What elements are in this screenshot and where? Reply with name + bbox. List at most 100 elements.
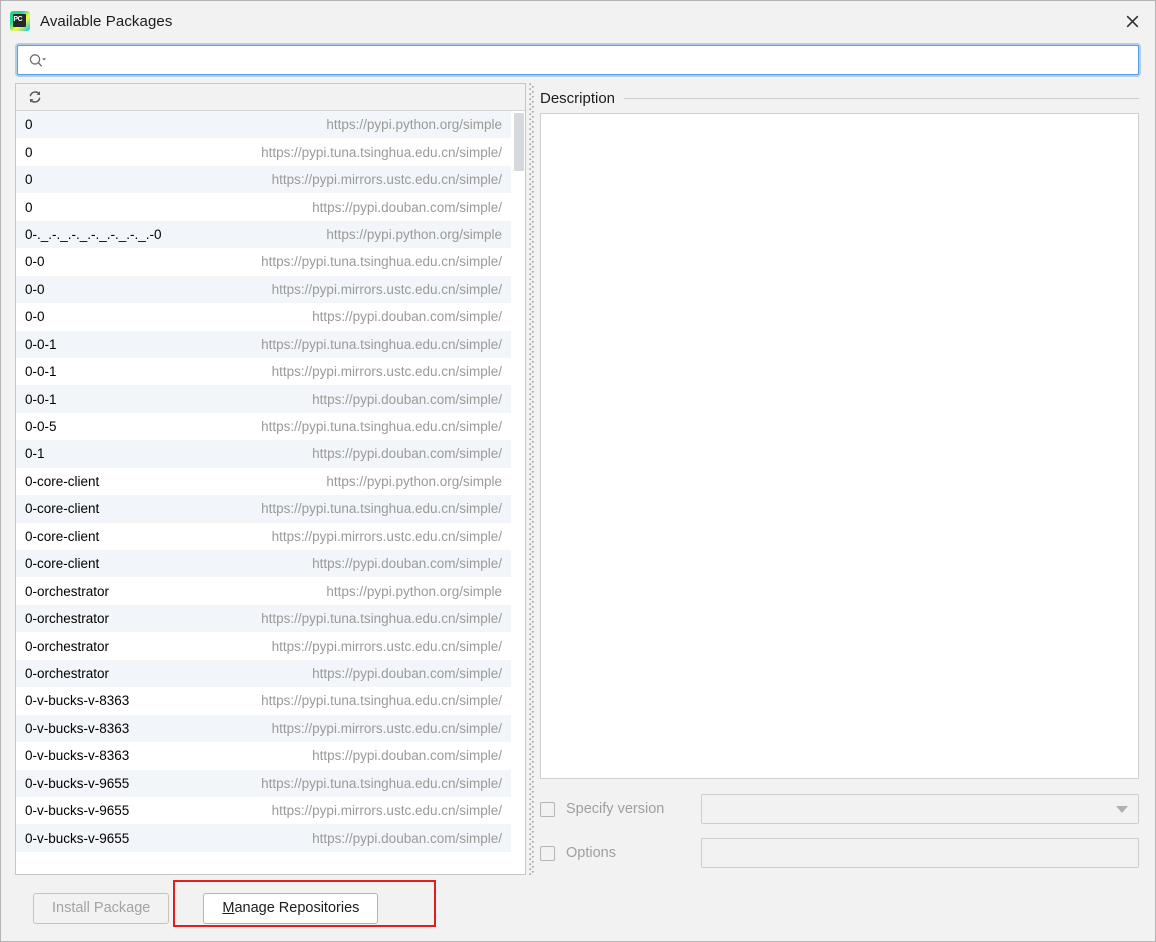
package-name: 0-0-5 xyxy=(25,419,57,435)
package-row[interactable]: 0-core-client https://pypi.mirrors.ustc.e… xyxy=(16,522,511,550)
package-row[interactable]: 0-0 https://pypi.mirrors.ustc.edu.cn/simp… xyxy=(16,275,511,304)
package-repository-url: https://pypi.mirrors.ustc.edu.cn/simple/ xyxy=(271,528,502,544)
description-pane: Description Specify version Options xyxy=(537,83,1139,875)
package-row[interactable]: 0-v-bucks-v-8363 https://pypi.douban.com/… xyxy=(16,742,511,770)
package-row[interactable]: 0-0-5 https://pypi.tuna.tsinghua.edu.cn/s… xyxy=(16,412,511,441)
package-name: 0 xyxy=(25,144,33,160)
package-repository-url: https://pypi.douban.com/simple/ xyxy=(312,199,502,215)
dialog-footer: Install Package Manage Repositories xyxy=(1,875,1155,941)
package-name: 0-v-bucks-v-9655 xyxy=(25,803,130,819)
options-input[interactable] xyxy=(701,838,1139,868)
package-repository-url: https://pypi.mirrors.ustc.edu.cn/simple/ xyxy=(271,172,502,188)
splitter-grip-icon xyxy=(529,83,534,875)
search-field[interactable] xyxy=(17,45,1139,75)
package-name: 0-0 xyxy=(25,254,45,270)
package-row[interactable]: 0-0-1 https://pypi.tuna.tsinghua.edu.cn/s… xyxy=(16,330,511,358)
options-label: Options xyxy=(566,845,616,861)
window-title: Available Packages xyxy=(40,12,173,30)
package-repository-url: https://pypi.douban.com/simple/ xyxy=(312,309,502,325)
package-name: 0-core-client xyxy=(25,528,100,544)
package-repository-url: https://pypi.python.org/simple xyxy=(326,583,502,599)
package-row[interactable]: 0-core-client https://pypi.douban.com/sim… xyxy=(16,550,511,578)
package-name: 0-orchestrator xyxy=(25,583,110,599)
package-repository-url: https://pypi.mirrors.ustc.edu.cn/simple/ xyxy=(271,638,502,654)
package-name: 0-core-client xyxy=(25,473,100,489)
pycharm-icon-text: PC xyxy=(13,16,23,24)
description-separator xyxy=(624,97,1139,99)
package-row[interactable]: 0-orchestrator https://pypi.python.org/si… xyxy=(16,577,511,605)
pycharm-icon: PC xyxy=(10,11,30,31)
package-name: 0-1 xyxy=(25,446,45,462)
package-repository-url: https://pypi.mirrors.ustc.edu.cn/simple/ xyxy=(271,720,502,736)
description-title: Description xyxy=(540,89,616,107)
dialog-body: 0 https://pypi.python.org/simple 0 https://… xyxy=(1,83,1155,875)
package-row[interactable]: 0-core-client https://pypi.tuna.tsinghua.… xyxy=(16,495,511,523)
packages-scrollbar[interactable] xyxy=(511,111,525,874)
options-checkbox[interactable]: Options xyxy=(540,845,701,861)
package-name: 0-._.-._.-._.-._.-._.-._.-0 xyxy=(25,226,162,242)
package-name: 0-orchestrator xyxy=(25,665,110,681)
package-row[interactable]: 0-v-bucks-v-9655 https://pypi.mirrors.ust… xyxy=(16,796,511,825)
packages-list[interactable]: 0 https://pypi.python.org/simple 0 https://… xyxy=(16,111,511,874)
search-input[interactable] xyxy=(47,47,1138,73)
search-icon[interactable] xyxy=(28,53,47,68)
package-name: 0-v-bucks-v-8363 xyxy=(25,720,130,736)
package-row[interactable]: 0-._.-._.-._.-._.-._.-._.-0 https://pypi.… xyxy=(16,220,511,249)
package-row[interactable]: 0-0-1 https://pypi.douban.com/simple/ xyxy=(16,385,511,413)
description-content xyxy=(540,113,1139,779)
package-row[interactable]: 0-0-1 https://pypi.mirrors.ustc.edu.cn/si… xyxy=(16,357,511,386)
package-row[interactable]: 0-v-bucks-v-8363 https://pypi.mirrors.ust… xyxy=(16,714,511,743)
version-combobox[interactable] xyxy=(701,794,1139,824)
package-row[interactable]: 0-1 https://pypi.douban.com/simple/ xyxy=(16,440,511,468)
package-repository-url: https://pypi.tuna.tsinghua.edu.cn/simple… xyxy=(261,254,502,270)
search-row xyxy=(1,41,1155,83)
package-repository-url: https://pypi.douban.com/simple/ xyxy=(312,748,502,764)
package-row[interactable]: 0-0 https://pypi.douban.com/simple/ xyxy=(16,303,511,331)
checkbox-box-icon[interactable] xyxy=(540,801,555,817)
specify-version-row: Specify version xyxy=(540,793,1139,825)
package-row[interactable]: 0-core-client https://pypi.python.org/sim… xyxy=(16,467,511,496)
package-name: 0-0-1 xyxy=(25,336,57,352)
package-row[interactable]: 0-orchestrator https://pypi.tuna.tsinghua… xyxy=(16,604,511,633)
package-row[interactable]: 0 https://pypi.douban.com/simple/ xyxy=(16,193,511,221)
package-repository-url: https://pypi.tuna.tsinghua.edu.cn/simple… xyxy=(261,144,502,160)
footer-buttons: Install Package Manage Repositories xyxy=(33,892,379,924)
pane-splitter[interactable] xyxy=(526,83,537,875)
package-row[interactable]: 0-v-bucks-v-9655 https://pypi.tuna.tsingh… xyxy=(16,769,511,797)
package-row[interactable]: 0 https://pypi.tuna.tsinghua.edu.cn/simpl… xyxy=(16,138,511,166)
package-name: 0 xyxy=(25,199,33,215)
package-repository-url: https://pypi.tuna.tsinghua.edu.cn/simple… xyxy=(261,419,502,435)
packages-pane: 0 https://pypi.python.org/simple 0 https://… xyxy=(15,83,526,875)
refresh-icon[interactable] xyxy=(27,89,43,105)
package-name: 0-0-1 xyxy=(25,391,57,407)
package-row[interactable]: 0-0 https://pypi.tuna.tsinghua.edu.cn/sim… xyxy=(16,248,511,276)
package-repository-url: https://pypi.mirrors.ustc.edu.cn/simple/ xyxy=(271,364,502,380)
package-repository-url: https://pypi.python.org/simple xyxy=(326,226,502,242)
package-repository-url: https://pypi.douban.com/simple/ xyxy=(312,556,502,572)
checkbox-box-icon[interactable] xyxy=(540,845,555,861)
package-row[interactable]: 0 https://pypi.mirrors.ustc.edu.cn/simple… xyxy=(16,165,511,194)
close-icon[interactable] xyxy=(1109,1,1155,41)
package-name: 0 xyxy=(25,117,33,133)
description-header: Description xyxy=(540,83,1139,113)
packages-toolbar xyxy=(16,84,525,111)
package-repository-url: https://pypi.mirrors.ustc.edu.cn/simple/ xyxy=(271,281,502,297)
package-repository-url: https://pypi.tuna.tsinghua.edu.cn/simple… xyxy=(261,775,502,791)
manage-repositories-mnemonic: M xyxy=(222,900,235,916)
specify-version-checkbox[interactable]: Specify version xyxy=(540,801,701,817)
package-repository-url: https://pypi.tuna.tsinghua.edu.cn/simple… xyxy=(261,611,502,627)
install-package-button[interactable]: Install Package xyxy=(33,892,170,924)
package-row[interactable]: 0 https://pypi.python.org/simple xyxy=(16,111,511,139)
package-name: 0-core-client xyxy=(25,501,100,517)
package-row[interactable]: 0-v-bucks-v-9655 https://pypi.douban.com/… xyxy=(16,824,511,852)
manage-repositories-label: anage Repositories xyxy=(234,900,360,916)
manage-repositories-button[interactable]: Manage Repositories xyxy=(203,892,379,924)
package-repository-url: https://pypi.tuna.tsinghua.edu.cn/simple… xyxy=(261,693,502,709)
package-name: 0-0 xyxy=(25,309,45,325)
chevron-down-icon[interactable] xyxy=(1116,805,1128,813)
package-row[interactable]: 0-v-bucks-v-8363 https://pypi.tuna.tsingh… xyxy=(16,687,511,715)
scrollbar-thumb[interactable] xyxy=(514,113,524,171)
package-row[interactable]: 0-orchestrator https://pypi.douban.com/si… xyxy=(16,659,511,688)
available-packages-dialog: PC Available Packages 0 https://pypi.pyt… xyxy=(0,0,1156,942)
package-row[interactable]: 0-orchestrator https://pypi.mirrors.ustc.… xyxy=(16,632,511,660)
